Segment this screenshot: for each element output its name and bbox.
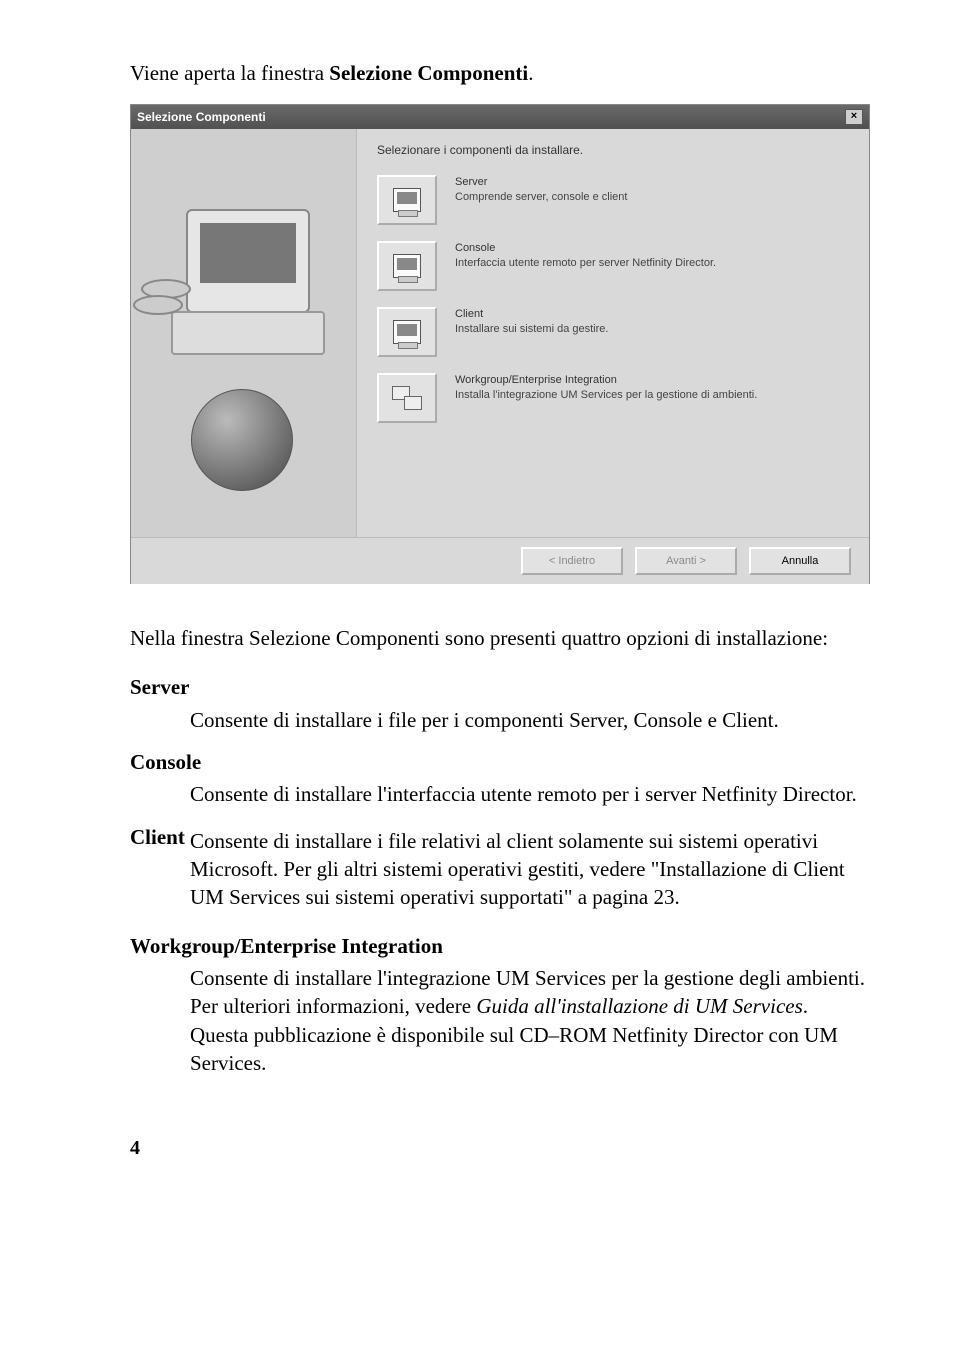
option-desc: Comprende server, console e client: [455, 190, 627, 205]
option-console-button[interactable]: [377, 241, 437, 291]
server-desc: Consente di installare i file per i comp…: [190, 706, 870, 734]
page-content: Viene aperta la finestra Selezione Compo…: [0, 0, 960, 1200]
intro-bold: Selezione Componenti: [329, 61, 528, 85]
dialog-titlebar: Selezione Componenti ×: [131, 105, 869, 129]
explanatory-text: Nella finestra Selezione Componenti sono…: [130, 624, 870, 1077]
page-number: 4: [130, 1137, 870, 1160]
console-term: Console: [130, 748, 870, 776]
monitor-icon: [186, 209, 310, 313]
intro-prefix: Viene aperta la finestra: [130, 61, 329, 85]
option-desc: Interfaccia utente remoto per server Net…: [455, 256, 716, 271]
cancel-button[interactable]: Annulla: [749, 547, 851, 575]
dialog-button-row: < Indietro Avanti > Annulla: [131, 537, 869, 584]
dialog-title: Selezione Componenti: [137, 110, 266, 124]
computer-base-icon: [171, 311, 325, 355]
disc-icon: [133, 295, 183, 315]
workgroup-desc: Consente di installare l'integrazione UM…: [190, 964, 870, 1077]
dialog-illustration: [131, 129, 357, 537]
dialog-window: Selezione Componenti × Selezionare i com…: [130, 104, 870, 584]
option-client-button[interactable]: [377, 307, 437, 357]
option-client: Client Installare sui sistemi da gestire…: [377, 307, 849, 357]
dialog-options-panel: Selezionare i componenti da installare. …: [357, 129, 869, 537]
computer-icon: [393, 320, 421, 344]
option-console: Console Interfaccia utente remoto per se…: [377, 241, 849, 291]
lead-paragraph: Nella finestra Selezione Componenti sono…: [130, 624, 870, 652]
server-term: Server: [130, 673, 870, 701]
client-desc: Consente di installare i file relativi a…: [190, 827, 870, 912]
option-title: Server: [455, 175, 627, 190]
option-server: Server Comprende server, console e clien…: [377, 175, 849, 225]
computer-icon: [393, 254, 421, 278]
dialog-instruction: Selezionare i componenti da installare.: [377, 143, 849, 157]
option-title: Client: [455, 307, 608, 322]
option-title: Console: [455, 241, 716, 256]
globe-icon: [191, 389, 293, 491]
option-workgroup: Workgroup/Enterprise Integration Install…: [377, 373, 849, 423]
option-desc: Installare sui sistemi da gestire.: [455, 322, 608, 337]
workgroup-desc-italic: Guida all'installazione di UM Services: [476, 994, 802, 1018]
definition-list: Server Consente di installare i file per…: [130, 673, 870, 1077]
intro-suffix: .: [528, 61, 533, 85]
computer-icon: [393, 188, 421, 212]
next-button[interactable]: Avanti >: [635, 547, 737, 575]
client-entry: Client Consente di installare i file rel…: [130, 823, 870, 926]
dialog-body: Selezionare i componenti da installare. …: [131, 129, 869, 537]
client-term: Client: [130, 823, 190, 926]
back-button[interactable]: < Indietro: [521, 547, 623, 575]
option-desc: Installa l'integrazione UM Services per …: [455, 388, 757, 403]
intro-line: Viene aperta la finestra Selezione Compo…: [130, 61, 870, 86]
option-workgroup-button[interactable]: [377, 373, 437, 423]
network-icon: [392, 386, 422, 410]
workgroup-term: Workgroup/Enterprise Integration: [130, 932, 870, 960]
console-desc: Consente di installare l'interfaccia ute…: [190, 780, 870, 808]
close-icon[interactable]: ×: [845, 109, 863, 125]
option-title: Workgroup/Enterprise Integration: [455, 373, 757, 388]
option-server-button[interactable]: [377, 175, 437, 225]
